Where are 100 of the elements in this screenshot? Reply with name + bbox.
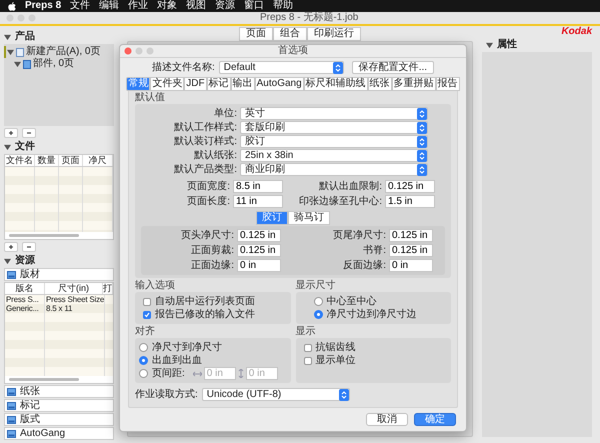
- section-header[interactable]: 纸张: [4, 385, 114, 398]
- window-controls-icon[interactable]: [124, 47, 154, 55]
- scrollbar[interactable]: [9, 234, 79, 237]
- menu-item[interactable]: Preps 8: [25, 0, 62, 12]
- stepper-icon: [417, 150, 427, 162]
- disclosure-triangle-icon[interactable]: [4, 34, 11, 40]
- tab[interactable]: 报告: [436, 77, 460, 91]
- section-header[interactable]: 标记: [4, 399, 114, 412]
- text-field[interactable]: 0.125 in: [385, 180, 435, 193]
- menu-item[interactable]: 视图: [186, 0, 206, 12]
- radio-label: 出血到出血: [152, 354, 202, 366]
- tab[interactable]: JDF: [184, 77, 207, 91]
- disclosure-triangle-icon[interactable]: [4, 258, 11, 264]
- field-label: 印张边缘至孔中心:: [299, 196, 382, 208]
- radio-button[interactable]: [314, 297, 322, 306]
- remove-icon[interactable]: [22, 128, 36, 138]
- table-cell-text: Press S...: [5, 295, 40, 304]
- dropdown[interactable]: Unicode (UTF-8): [202, 388, 350, 401]
- add-icon[interactable]: [4, 128, 18, 138]
- text-field[interactable]: 0 in: [237, 259, 281, 272]
- stepper-icon: [417, 164, 427, 176]
- column-header[interactable]: 净尺: [83, 155, 113, 166]
- tab[interactable]: 纸张: [368, 77, 392, 91]
- menu-item[interactable]: 作业: [128, 0, 148, 12]
- view-tab[interactable]: 页面: [239, 27, 273, 41]
- cancel-button[interactable]: 取消: [366, 413, 408, 426]
- menu-item[interactable]: 资源: [215, 0, 236, 12]
- segment-tab[interactable]: 骑马订: [288, 211, 330, 225]
- tab[interactable]: 标尺和辅助线: [304, 77, 368, 91]
- text-field[interactable]: 0 in: [389, 259, 433, 272]
- dropdown[interactable]: Default: [218, 61, 344, 74]
- column-header[interactable]: 数量: [35, 155, 59, 166]
- save-profile-button[interactable]: 保存配置文件...: [352, 61, 434, 74]
- section-header[interactable]: AutoGang: [4, 427, 114, 440]
- remove-icon[interactable]: [22, 242, 36, 252]
- column-header[interactable]: 文件名: [5, 155, 35, 166]
- tab[interactable]: 输出: [230, 77, 255, 91]
- tab[interactable]: 标记: [206, 77, 231, 91]
- checkbox[interactable]: [143, 298, 151, 306]
- checkbox-label: 显示单位: [316, 354, 356, 366]
- dropdown[interactable]: 套版印刷: [240, 121, 428, 134]
- column-header[interactable]: 页面: [59, 155, 83, 166]
- field-label: 作业读取方式:: [135, 388, 198, 400]
- text-field[interactable]: 8.5 in: [233, 180, 283, 193]
- panel-title: 资源: [15, 255, 35, 267]
- panel-title: 属性: [497, 39, 517, 51]
- view-tab[interactable]: 组合: [273, 27, 307, 41]
- field-label: 默认出血限制:: [319, 180, 382, 192]
- tab[interactable]: 文件夹: [150, 77, 184, 91]
- text-field[interactable]: 11 in: [233, 195, 283, 208]
- checkbox-label: 抗锯齿线: [316, 342, 356, 354]
- view-tab[interactable]: 印刷运行: [307, 27, 361, 41]
- table-cell-text: 8.5 x 11: [45, 304, 74, 313]
- dropdown[interactable]: 胶订: [240, 135, 428, 148]
- radio-button[interactable]: [314, 310, 322, 319]
- text-field[interactable]: 0.125 in: [389, 229, 433, 242]
- vertical-arrows-icon: [238, 369, 244, 378]
- tree-item[interactable]: 部件, 0页: [33, 58, 74, 70]
- radio-label: 净尺寸边到净尺寸边: [326, 308, 416, 320]
- disclosure-triangle-icon[interactable]: [486, 42, 493, 48]
- dropdown[interactable]: 25in x 38in: [240, 149, 428, 162]
- dropdown[interactable]: 英寸: [240, 107, 428, 120]
- group-title: 显示尺寸: [296, 280, 336, 292]
- logo-icon[interactable]: [8, 2, 16, 10]
- text-field[interactable]: 1.5 in: [385, 195, 435, 208]
- scrollbar[interactable]: [9, 378, 79, 381]
- radio-button[interactable]: [139, 343, 148, 352]
- field-label: 书脊:: [363, 244, 386, 256]
- text-field[interactable]: 0.125 in: [389, 244, 433, 257]
- section-header[interactable]: 版材: [4, 268, 114, 281]
- tab[interactable]: 多重拼贴: [392, 77, 436, 91]
- checkbox[interactable]: [304, 344, 312, 352]
- group-title: 输入选项: [135, 280, 176, 292]
- text-field[interactable]: 0.125 in: [237, 229, 281, 242]
- segment-tab[interactable]: 胶订: [256, 211, 288, 225]
- section-header[interactable]: 版式: [4, 413, 114, 426]
- column-header[interactable]: 打: [103, 283, 113, 294]
- field-label: 默认装订样式:: [173, 136, 237, 148]
- stepper-icon: [417, 136, 427, 148]
- field-label: 默认产品类型:: [173, 164, 237, 176]
- disclosure-triangle-icon[interactable]: [4, 144, 11, 150]
- tree-item[interactable]: 新建产品(A), 0页: [26, 46, 100, 58]
- field-label: 默认工作样式:: [173, 122, 237, 134]
- radio-button[interactable]: [139, 356, 148, 365]
- menu-item[interactable]: 帮助: [273, 0, 294, 12]
- column-header[interactable]: 尺寸(in): [45, 283, 103, 294]
- add-icon[interactable]: [4, 242, 18, 252]
- text-field[interactable]: 0.125 in: [237, 244, 281, 257]
- panel-title: 产品: [15, 31, 35, 43]
- dropdown[interactable]: 商业印刷: [240, 163, 428, 176]
- field-label: 页头净尺寸:: [181, 230, 234, 242]
- tab[interactable]: AutoGang: [254, 77, 304, 91]
- menu-item[interactable]: 对象: [157, 0, 178, 12]
- menu-item[interactable]: 编辑: [99, 0, 120, 12]
- checkbox[interactable]: [304, 356, 312, 364]
- field-label: 描述文件名称:: [152, 62, 215, 74]
- field-label: 默认纸张:: [193, 150, 237, 162]
- column-header[interactable]: 版名: [5, 283, 45, 294]
- group-title: 默认值: [135, 92, 166, 104]
- tab[interactable]: 常规: [126, 77, 150, 91]
